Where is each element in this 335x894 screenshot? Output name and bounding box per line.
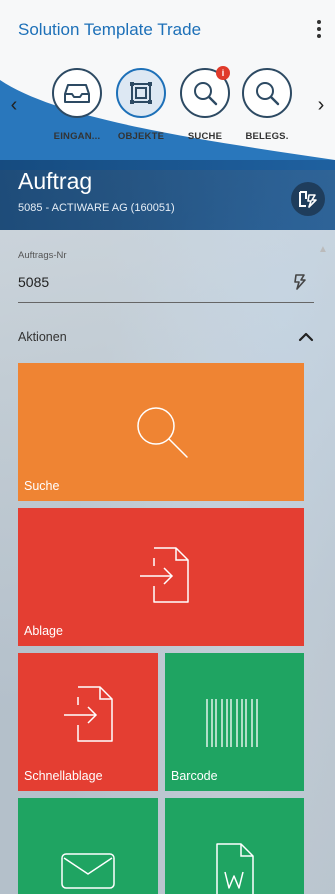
nav-label: OBJEKTE [117, 131, 165, 142]
nav-right-arrow-icon[interactable]: › [313, 94, 329, 117]
tile-label: Barcode [171, 769, 218, 783]
tile-word-document[interactable] [165, 798, 304, 894]
tile-ablage[interactable]: Ablage [18, 508, 304, 646]
tile-label: Ablage [24, 624, 63, 638]
file-import-icon [140, 547, 189, 603]
nav-item-eingang[interactable]: EINGAN... [44, 68, 110, 156]
tile-schnellablage[interactable]: Schnellablage [18, 653, 158, 791]
app-panel: Solution Template Trade ‹ EINGAN... OBJE… [0, 0, 335, 894]
tile-suche[interactable]: Suche [18, 363, 304, 501]
record-subtitle: 5085 - ACTIWARE AG (160051) [18, 202, 175, 214]
nav-label: BELEGS. [245, 131, 289, 142]
app-header: Solution Template Trade ‹ EINGAN... OBJE… [0, 0, 335, 170]
inbox-icon [52, 68, 102, 118]
search-icon: i [180, 66, 230, 118]
nav-label: EINGAN... [53, 131, 101, 142]
mail-icon [61, 853, 115, 889]
search-icon [242, 68, 292, 118]
record-title-bar: Auftrag 5085 - ACTIWARE AG (160051) [0, 160, 335, 230]
more-options-icon[interactable] [309, 16, 329, 42]
order-number-field[interactable]: 5085 [18, 274, 49, 290]
search-icon [137, 407, 188, 458]
word-document-icon [216, 843, 254, 894]
nav-left-arrow-icon[interactable]: ‹ [6, 94, 22, 117]
barcode-scan-button[interactable] [291, 182, 325, 216]
file-import-icon [64, 686, 113, 742]
nav-label: SUCHE [187, 131, 223, 142]
nav-item-belegs[interactable]: BELEGS. [234, 68, 300, 156]
notification-badge: i [216, 66, 230, 80]
order-number-label: Auftrags-Nr [18, 250, 67, 261]
actions-section-title: Aktionen [18, 330, 67, 344]
objects-icon [116, 68, 166, 118]
tile-label: Schnellablage [24, 769, 103, 783]
scroll-up-icon[interactable]: ▲ [318, 244, 328, 255]
document-settings-icon [299, 191, 317, 208]
field-underline [18, 302, 314, 303]
nav-item-suche[interactable]: i SUCHE [172, 66, 238, 156]
barcode-icon [206, 699, 258, 747]
tile-label: Suche [24, 479, 60, 493]
lightning-icon[interactable] [290, 272, 310, 292]
record-title: Auftrag [18, 168, 93, 194]
nav-item-objekte[interactable]: OBJEKTE [108, 68, 174, 156]
tile-email[interactable] [18, 798, 158, 894]
form-area: ▲ Auftrags-Nr 5085 Aktionen Suche Ablage… [0, 230, 335, 894]
tile-barcode[interactable]: Barcode [165, 653, 304, 791]
chevron-up-icon[interactable] [296, 327, 316, 347]
app-title: Solution Template Trade [18, 20, 202, 39]
